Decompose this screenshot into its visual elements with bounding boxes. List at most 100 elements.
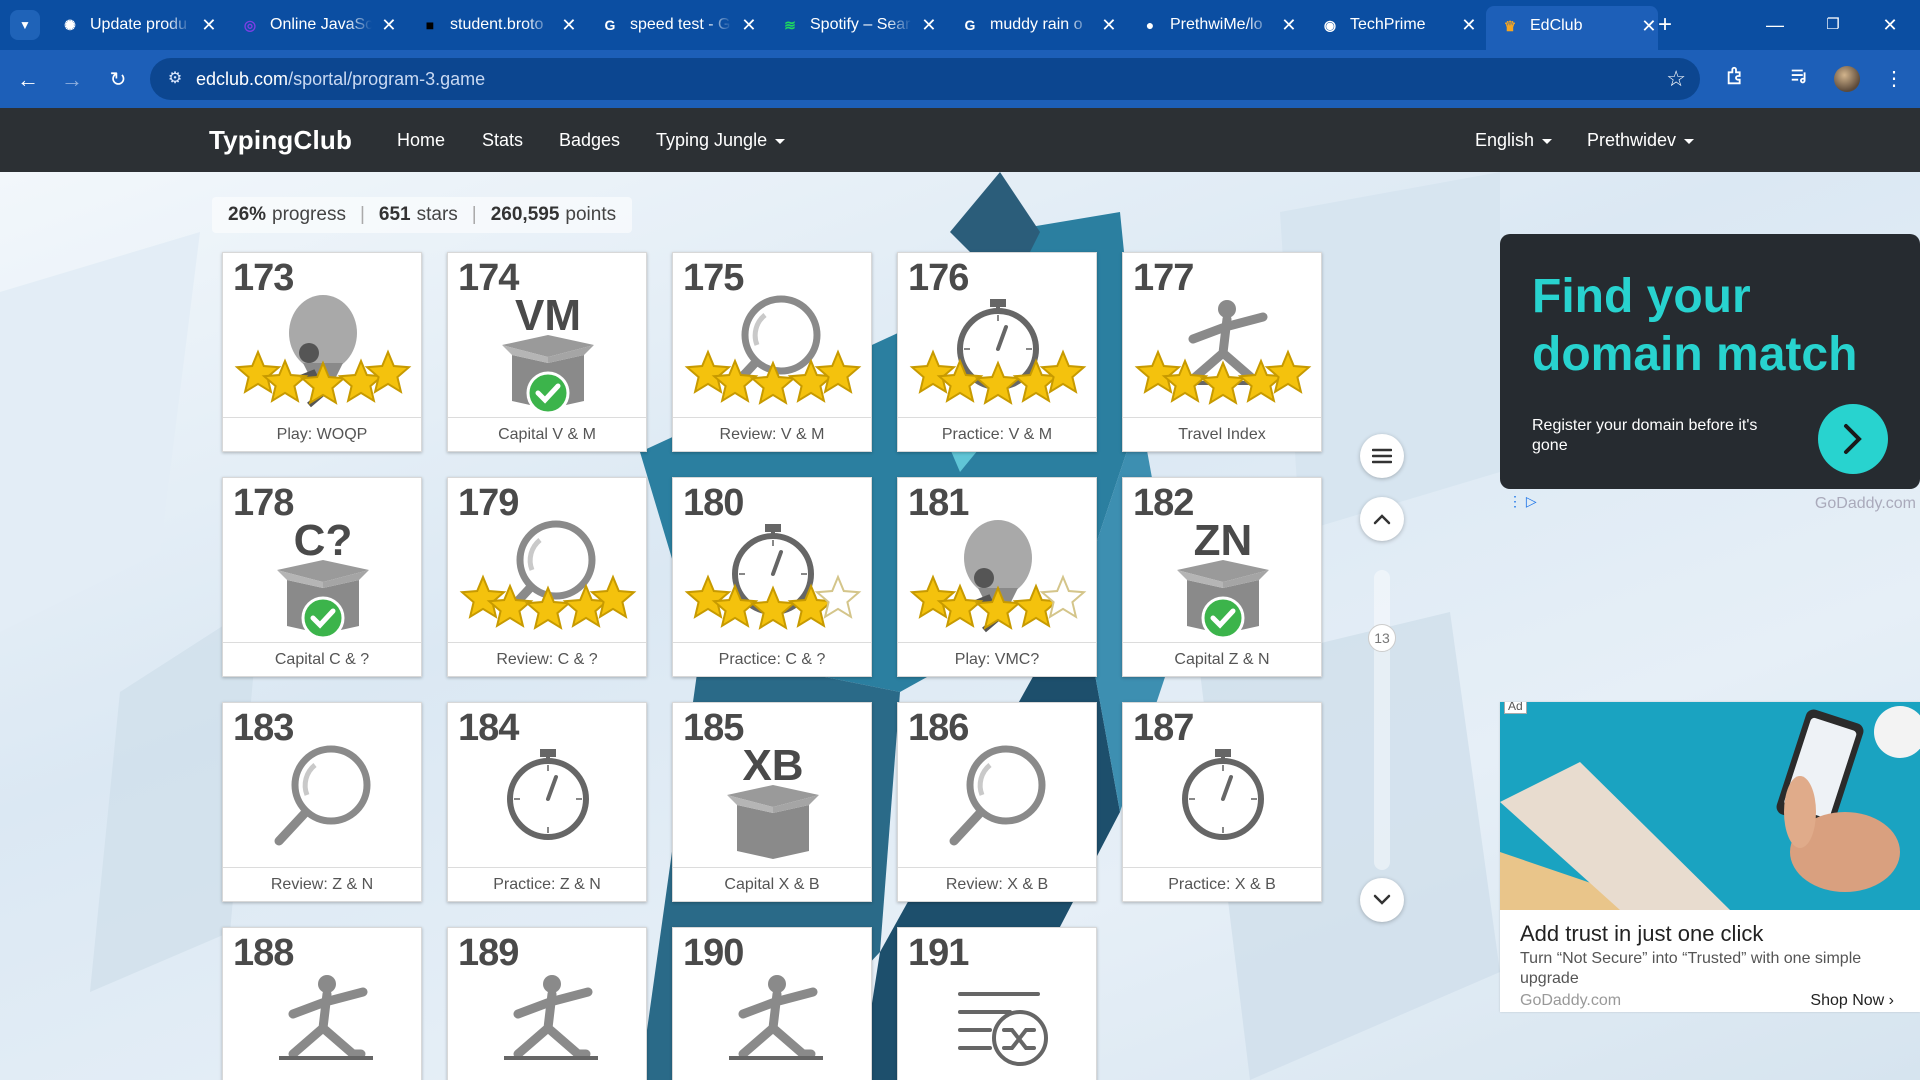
forward-button[interactable]: → <box>58 66 86 94</box>
url-text[interactable]: edclub.com/sportal/program-3.game <box>196 69 485 90</box>
browser-tab[interactable]: ■ student.broto ✕ <box>406 8 578 42</box>
tab-title: Online JavaSc <box>270 16 372 33</box>
ad-options-icon[interactable]: ⋮ ▷ <box>1508 493 1537 510</box>
lesson-letters: XB <box>742 741 804 790</box>
browser-tab[interactable]: ♛ EdClub ✕ <box>1486 6 1658 50</box>
lesson-card[interactable]: 188 <box>222 927 422 1080</box>
omnibox[interactable]: ⚙ edclub.com/sportal/program-3.game ☆ <box>150 58 1700 100</box>
lesson-label: Practice: V & M <box>898 417 1096 451</box>
lesson-card[interactable]: 175 Review: V & M <box>672 252 872 452</box>
runner-icon <box>1134 300 1312 405</box>
lesson-card[interactable]: 186 Review: X & B <box>897 702 1097 902</box>
magnifier-icon <box>949 745 1046 846</box>
profile-avatar[interactable] <box>1834 66 1860 92</box>
lesson-card[interactable]: 179 Review: C & ? <box>447 477 647 677</box>
ad-subtext: Register your domain before it's gone <box>1532 417 1758 454</box>
browser-tab[interactable]: ● PrethwiMe/lo ✕ <box>1126 8 1298 42</box>
url-domain: edclub.com <box>196 69 289 89</box>
scroll-down-button[interactable] <box>1360 878 1404 922</box>
back-button[interactable]: ← <box>14 66 42 94</box>
ad-photo: Ad <box>1500 702 1920 910</box>
browser-tab[interactable]: ≋ Spotify – Sear ✕ <box>766 8 938 42</box>
tab-title: Spotify – Sear <box>810 16 911 33</box>
nav-home[interactable]: Home <box>397 130 445 151</box>
bookmark-star-icon[interactable]: ☆ <box>1666 66 1686 92</box>
lesson-scrollbar[interactable] <box>1374 570 1390 870</box>
shuffle-icon <box>958 992 1048 1066</box>
lesson-card[interactable]: 185 XB Capital X & B <box>672 702 872 902</box>
lesson-card[interactable]: 176 Practice: V & M <box>897 252 1097 452</box>
chevron-down-icon <box>1373 894 1391 905</box>
user-dropdown[interactable]: Prethwidev <box>1587 130 1695 151</box>
magnifier-icon <box>274 745 371 846</box>
lesson-label: Play: WOQP <box>223 417 421 451</box>
media-control-icon[interactable] <box>1786 65 1814 93</box>
magnifier-icon <box>684 295 862 405</box>
lesson-card[interactable]: 187 Practice: X & B <box>1122 702 1322 902</box>
runner-icon <box>279 975 373 1060</box>
typingclub-logo[interactable]: TypingClub <box>209 125 352 156</box>
close-tab-icon[interactable]: ✕ <box>740 15 758 36</box>
lesson-card[interactable]: 184 Practice: Z & N <box>447 702 647 902</box>
balloon-icon <box>234 295 412 408</box>
browser-tab[interactable]: ◉ TechPrime ✕ <box>1306 8 1478 42</box>
lesson-label: Capital V & M <box>448 417 646 451</box>
close-tab-icon[interactable]: ✕ <box>1460 15 1478 36</box>
close-tab-icon[interactable]: ✕ <box>560 15 578 36</box>
lesson-label: Review: V & M <box>673 417 871 451</box>
lesson-card[interactable]: 190 <box>672 927 872 1080</box>
extensions-icon[interactable] <box>1722 65 1750 93</box>
stars-count: 651 <box>378 204 411 225</box>
nav-stats[interactable]: Stats <box>482 130 523 151</box>
language-dropdown[interactable]: English <box>1475 130 1553 151</box>
site-info-icon[interactable]: ⚙ <box>164 68 186 90</box>
ad-domain-banner[interactable]: Find your domain match Register your dom… <box>1500 234 1920 489</box>
close-tab-icon[interactable]: ✕ <box>200 15 218 36</box>
close-tab-icon[interactable]: ✕ <box>380 15 398 36</box>
new-tab-button[interactable]: + <box>1650 10 1680 40</box>
lesson-card[interactable]: 183 Review: Z & N <box>222 702 422 902</box>
lesson-label: Review: Z & N <box>223 867 421 901</box>
close-window-button[interactable]: ✕ <box>1870 10 1910 40</box>
stopwatch-icon <box>684 524 862 630</box>
browser-tab[interactable]: ◎ Online JavaSc ✕ <box>226 8 398 42</box>
lesson-card[interactable]: 173 Play: WOQP <box>222 252 422 452</box>
lesson-card[interactable]: 180 Practice: C & ? <box>672 477 872 677</box>
lesson-card[interactable]: 189 <box>447 927 647 1080</box>
lesson-card[interactable]: 182 ZN Capital Z & N <box>1122 477 1322 677</box>
scroll-up-button[interactable] <box>1360 497 1404 541</box>
lesson-letters: C? <box>293 516 353 565</box>
nav-typing-jungle[interactable]: Typing Jungle <box>656 130 786 151</box>
reload-button[interactable]: ↻ <box>104 66 132 94</box>
close-tab-icon[interactable]: ✕ <box>920 15 938 36</box>
menu-list-button[interactable] <box>1360 434 1404 478</box>
ad-ssl-banner[interactable]: Ad Add trust in just one click Turn “Not… <box>1500 702 1920 1012</box>
restore-button[interactable]: ❐ <box>1813 10 1853 40</box>
ad-shop-now-button[interactable]: Shop Now › <box>1810 992 1894 1010</box>
nav-badges[interactable]: Badges <box>559 130 620 151</box>
lesson-label: Capital Z & N <box>1123 642 1321 676</box>
browser-tab[interactable]: Gmuddy rain o ✕ <box>946 8 1118 42</box>
browser-menu-icon[interactable]: ⋮ <box>1880 65 1908 93</box>
browser-tab[interactable]: ✺ Update produ ✕ <box>46 8 218 42</box>
tab-title: Update produ <box>90 16 187 33</box>
tab-search-button[interactable]: ▼ <box>10 10 40 40</box>
ad-footer: ⋮ ▷ GoDaddy.com <box>1500 489 1920 519</box>
scroll-page-indicator[interactable]: 13 <box>1368 624 1396 652</box>
ad-brand[interactable]: GoDaddy.com <box>1815 495 1916 513</box>
close-tab-icon[interactable]: ✕ <box>1280 15 1298 36</box>
separator: | <box>359 204 365 225</box>
lesson-card[interactable]: 178 C? Capital C & ? <box>222 477 422 677</box>
runner-icon <box>504 975 598 1060</box>
browser-tab[interactable]: Gspeed test - G ✕ <box>586 8 758 42</box>
lesson-card[interactable]: 181 Play: VMC? <box>897 477 1097 677</box>
chevron-right-icon <box>1844 424 1862 454</box>
minimize-button[interactable]: — <box>1755 10 1795 40</box>
ad-cta-label: Shop Now <box>1810 992 1885 1009</box>
lesson-card[interactable]: 174 VM Capital V & M <box>447 252 647 452</box>
techprime-icon: ◉ <box>1323 16 1337 33</box>
close-tab-icon[interactable]: ✕ <box>1100 15 1118 36</box>
lesson-card[interactable]: 177 Travel Index <box>1122 252 1322 452</box>
lesson-card[interactable]: 191 <box>897 927 1097 1080</box>
ad-go-button[interactable] <box>1818 404 1888 474</box>
